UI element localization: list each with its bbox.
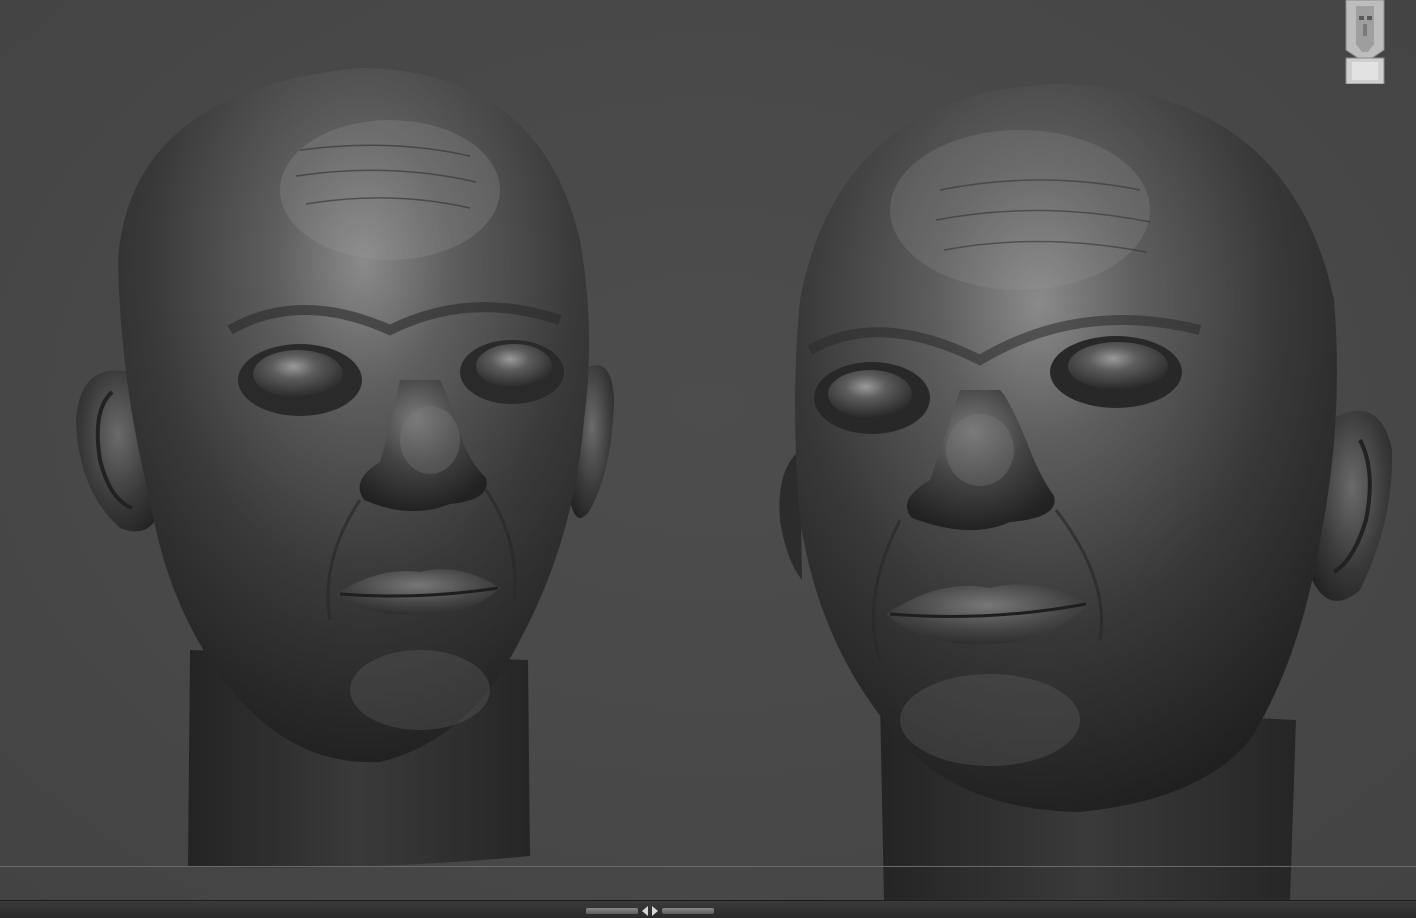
expand-collapse-arrows-icon[interactable] [640,905,660,917]
eyeball-right [476,344,552,388]
chin-highlight [350,650,490,730]
nose-highlight [400,406,460,474]
eyeball-left [828,370,912,418]
nose-highlight [946,414,1014,486]
tray-handle-right[interactable] [662,908,714,914]
head-navigation-cube-icon[interactable] [1342,0,1388,84]
3d-viewport[interactable] [0,0,1416,900]
tray-handle-left[interactable] [586,908,638,914]
floor-grid-line [0,866,1416,867]
eyeball-right [1068,342,1168,390]
head-model-three-quarter[interactable] [779,84,1393,900]
eyeball-left [253,350,343,398]
head-model-front[interactable] [76,68,614,868]
viewport-canvas[interactable] [0,0,1416,900]
chin-highlight [900,674,1080,766]
forehead-highlight [280,120,500,260]
